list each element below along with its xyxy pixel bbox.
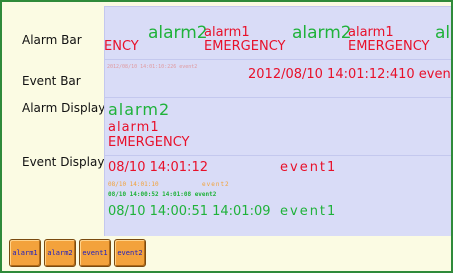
window-frame: Alarm Bar ENCY alarm2 alarm1 EMERGENCY a… <box>0 0 453 273</box>
alarm-bar-item: ENCY <box>104 39 139 54</box>
alarm-display-panel[interactable]: alarm2 alarm1 EMERGENCY <box>104 97 451 155</box>
event-display-name: event2 <box>202 181 230 188</box>
event-display-label: Event Display <box>22 155 105 169</box>
alarm1-button[interactable]: alarm1 <box>9 239 41 267</box>
event1-button[interactable]: event1 <box>79 239 111 267</box>
alarm-bar-item: alarm2 <box>292 23 352 43</box>
event-bar-label: Event Bar <box>22 74 81 88</box>
event-display-panel[interactable]: 08/10 14:01:12 event1 08/10 14:01:10 eve… <box>104 155 451 236</box>
event-display-time: 08/10 14:01:12 <box>108 160 208 175</box>
alarm-bar-item: al <box>435 23 451 43</box>
event-bar-panel[interactable]: 2012/08/10 14:01:10:226 event2 2012/08/1… <box>104 59 451 97</box>
alarm-bar-item: alarm1 <box>348 25 394 40</box>
alarm-bar-label: Alarm Bar <box>22 33 82 47</box>
alarm-bar-item: EMERGENCY <box>204 39 286 54</box>
event-display-row: 08/10 14:00:52 14:01:08 event2 <box>108 191 217 198</box>
event-bar-entry: 2012/08/10 14:01:12:410 even <box>248 67 451 82</box>
event-display-time: 08/10 14:00:51 14:01:09 <box>108 204 271 219</box>
alarm2-button[interactable]: alarm2 <box>44 239 76 267</box>
event2-button[interactable]: event2 <box>114 239 146 267</box>
alarm-display-label: Alarm Display <box>22 101 106 115</box>
alarm-bar-item: EMERGENCY <box>348 39 430 54</box>
alarm-bar-item: alarm2 <box>148 23 208 43</box>
alarm-bar-panel[interactable]: ENCY alarm2 alarm1 EMERGENCY alarm2 alar… <box>104 6 451 59</box>
event-bar-small-entry: 2012/08/10 14:01:10:226 event2 <box>107 64 198 70</box>
alarm-bar-item: alarm1 <box>204 25 250 40</box>
alarm-display-item: EMERGENCY <box>108 135 190 150</box>
event-display-name: event1 <box>280 204 338 219</box>
alarm-display-item: alarm1 <box>108 120 160 135</box>
event-display-name: event1 <box>280 160 338 175</box>
event-display-time: 08/10 14:01:10 <box>108 181 159 188</box>
alarm-display-item: alarm2 <box>108 100 171 119</box>
